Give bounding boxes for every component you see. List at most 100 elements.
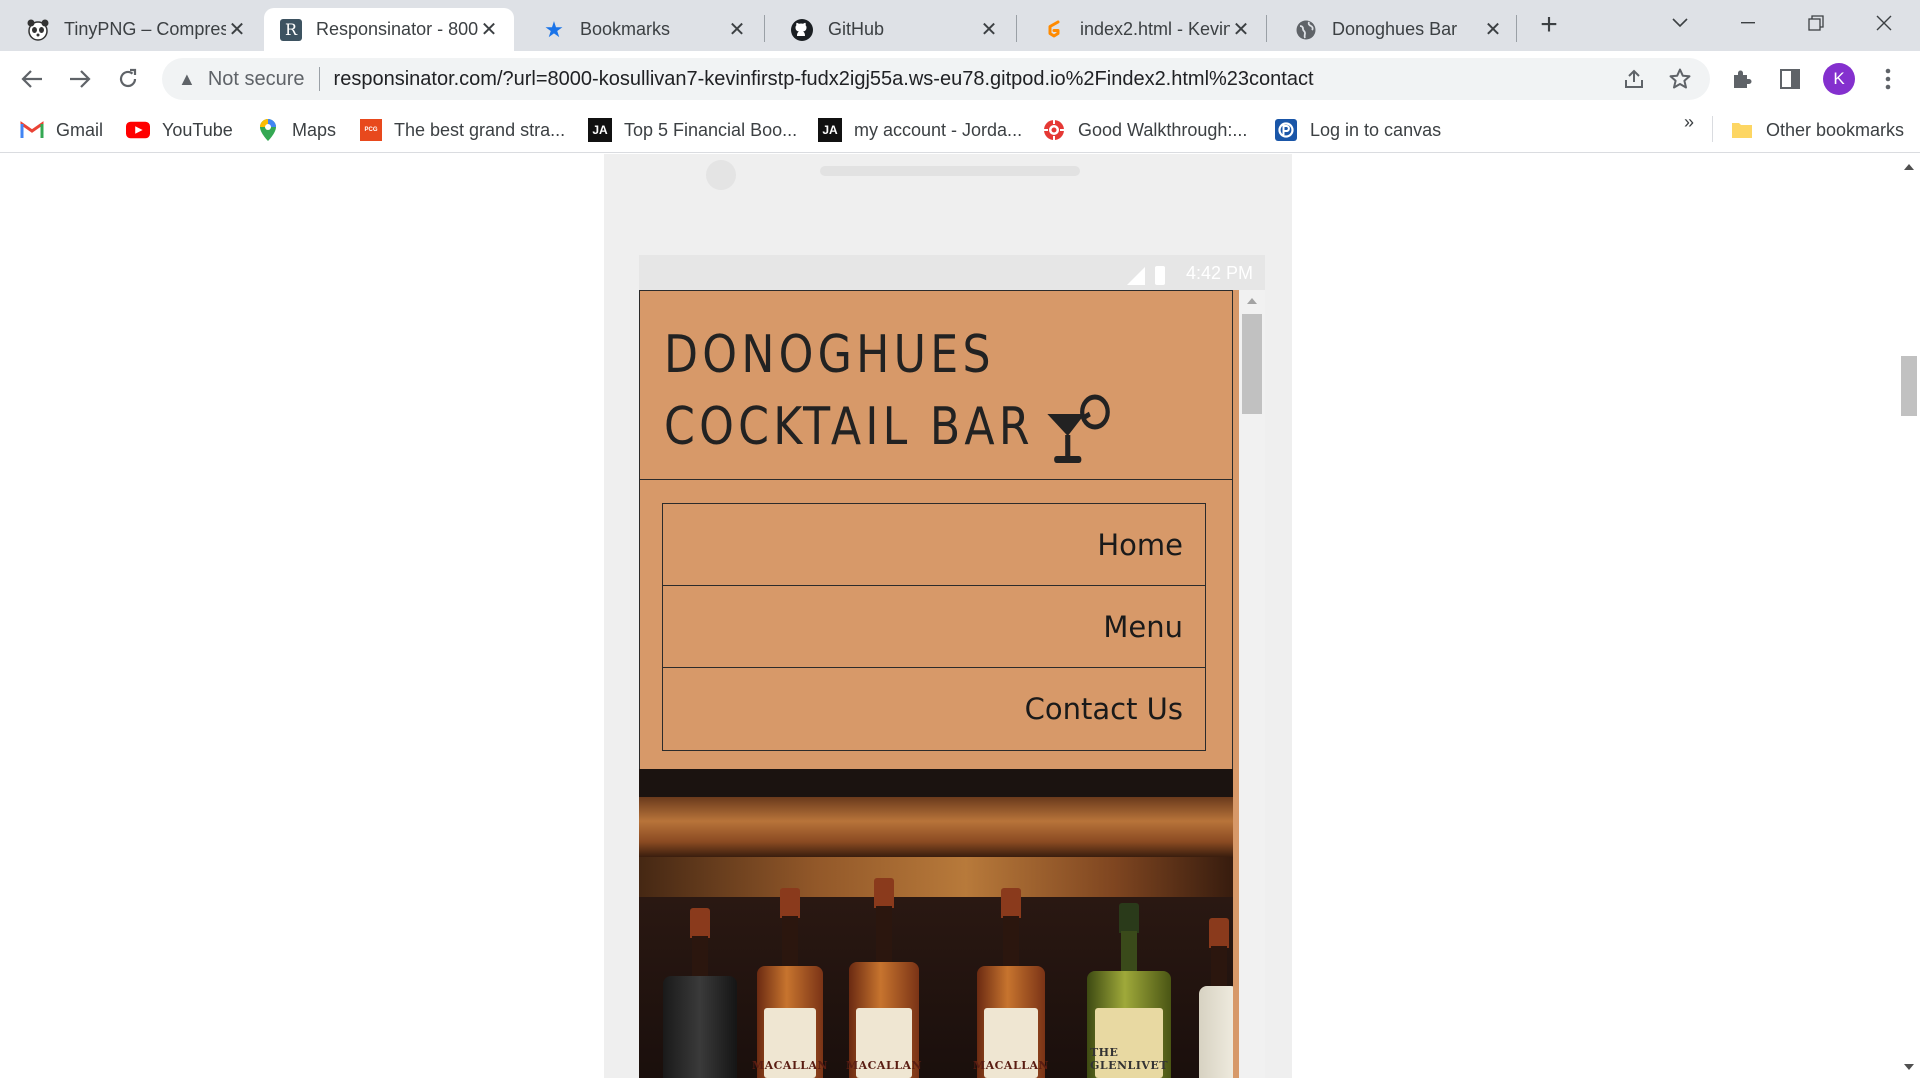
gitpod-icon — [1042, 18, 1066, 42]
phone-speaker — [820, 166, 1080, 176]
responsinator-icon: R — [280, 18, 302, 41]
side-panel-icon — [1780, 69, 1800, 89]
bookmark-walkthrough[interactable]: Good Walkthrough:... — [1042, 116, 1247, 144]
device-scroll-thumb[interactable] — [1242, 314, 1262, 414]
maps-icon — [256, 119, 280, 141]
bottle-macallan-1: MACALLAN — [752, 888, 828, 1078]
github-icon — [790, 18, 814, 42]
close-window-button[interactable] — [1864, 8, 1904, 38]
nav-menu[interactable]: Menu — [663, 586, 1205, 668]
wooden-shelf — [639, 797, 1233, 857]
tab-title: GitHub — [828, 19, 885, 39]
bookmark-grand-strategy[interactable]: PCG The best grand stra... — [360, 116, 565, 144]
nav-home[interactable]: Home — [663, 504, 1205, 586]
bottle-macallan-3: MACALLAN — [973, 888, 1049, 1078]
tab-responsinator[interactable]: R Responsinator - 8000 ✕ — [264, 8, 514, 51]
device-scrollbar[interactable] — [1239, 290, 1265, 1078]
scroll-up-icon[interactable] — [1247, 298, 1257, 304]
nav-contact-us[interactable]: Contact Us — [663, 668, 1205, 750]
pcgamer-icon: PCG — [360, 119, 382, 141]
chevron-down-icon — [1672, 18, 1688, 28]
close-icon[interactable]: ✕ — [726, 19, 748, 41]
tab-title: Responsinator - 8000 — [316, 19, 478, 39]
bookmark-label: Gmail — [56, 119, 104, 140]
site-page: DONOGHUES COCKTAIL BAR Home Menu Contact… — [639, 290, 1239, 1078]
close-icon[interactable]: ✕ — [478, 19, 500, 41]
hero-image: MACALLAN MACALLAN MACALLAN THE GLENLIVET — [639, 769, 1233, 1078]
tab-github[interactable]: GitHub ✕ — [764, 8, 1014, 51]
page-scrollbar[interactable] — [1898, 154, 1920, 1078]
restore-button[interactable] — [1796, 8, 1836, 38]
device-viewport[interactable]: DONOGHUES COCKTAIL BAR Home Menu Contact… — [639, 290, 1265, 1078]
tab-bookmarks[interactable]: ★ Bookmarks ✕ — [516, 8, 762, 51]
minimize-icon — [1741, 22, 1755, 24]
address-bar[interactable]: ▲ Not secure responsinator.com/?url=8000… — [162, 58, 1710, 100]
new-tab-button[interactable]: + — [1536, 10, 1562, 40]
tab-search-button[interactable] — [1660, 8, 1700, 38]
bottle-label: THE GLENLIVET — [1090, 1008, 1168, 1078]
folder-icon — [1730, 119, 1754, 141]
url-text[interactable]: responsinator.com/?url=8000-kosullivan7-… — [334, 68, 1618, 91]
reload-button[interactable] — [110, 61, 146, 97]
close-icon[interactable]: ✕ — [1482, 19, 1504, 41]
bookmark-my-account[interactable]: JA my account - Jorda... — [818, 116, 1022, 144]
address-divider — [318, 67, 320, 91]
wooden-backboard — [639, 857, 1233, 897]
tab-separator — [1516, 15, 1517, 42]
page-viewport: 4:42 PM DONOGHUES COCKTAIL BAR Home Menu… — [0, 154, 1920, 1078]
tab-title: Bookmarks — [580, 19, 671, 39]
bookmark-label: The best grand stra... — [394, 119, 566, 140]
tab-gitpod[interactable]: index2.html - Kevin ✕ — [1016, 8, 1266, 51]
puzzle-icon — [1734, 70, 1752, 88]
bookmark-label: Log in to canvas — [1310, 119, 1442, 140]
back-button[interactable] — [14, 61, 50, 97]
scroll-up-icon[interactable] — [1904, 164, 1914, 170]
ja-icon: JA — [818, 118, 842, 142]
bookmark-label: Good Walkthrough:... — [1078, 119, 1248, 140]
phone-camera — [706, 160, 736, 190]
bookmark-star-icon[interactable] — [1664, 63, 1696, 95]
scroll-down-icon[interactable] — [1904, 1064, 1914, 1070]
youtube-icon — [126, 119, 150, 141]
phone-status-bar: 4:42 PM — [639, 255, 1265, 290]
arrow-left-icon — [21, 70, 42, 88]
close-icon[interactable]: ✕ — [226, 19, 248, 41]
close-icon[interactable]: ✕ — [1230, 19, 1252, 41]
site-title[interactable]: DONOGHUES COCKTAIL BAR — [664, 319, 1123, 468]
other-bookmarks[interactable]: Other bookmarks — [1730, 116, 1904, 144]
bookmark-label: my account - Jorda... — [854, 119, 1023, 140]
bottle-label: MACALLAN — [973, 1008, 1049, 1078]
bookmark-maps[interactable]: Maps — [256, 116, 336, 144]
restore-icon — [1808, 15, 1824, 31]
other-bookmarks-label: Other bookmarks — [1766, 119, 1905, 140]
bottle-macallan-2: MACALLAN — [846, 878, 922, 1078]
tab-title: index2.html - Kevin — [1080, 19, 1230, 39]
canvas-icon — [1274, 119, 1298, 141]
page-scroll-thumb[interactable] — [1901, 356, 1917, 416]
arrow-right-icon — [70, 70, 91, 88]
tab-donoghues[interactable]: Donoghues Bar ✕ — [1268, 8, 1518, 51]
side-panel-button[interactable] — [1774, 63, 1806, 95]
bookmark-canvas[interactable]: Log in to canvas — [1274, 116, 1441, 144]
profile-avatar[interactable]: K — [1823, 63, 1855, 95]
warning-icon[interactable]: ▲ — [178, 69, 196, 90]
close-icon[interactable]: ✕ — [978, 19, 1000, 41]
bottle-partial — [1199, 918, 1233, 1078]
signal-icon — [1127, 267, 1145, 285]
forward-button[interactable] — [62, 61, 98, 97]
battery-icon — [1155, 266, 1165, 285]
share-icon[interactable] — [1618, 63, 1650, 95]
globe-icon — [1294, 18, 1318, 42]
bookmark-gmail[interactable]: Gmail — [20, 116, 103, 144]
minimize-button[interactable] — [1728, 8, 1768, 38]
bookmarks-overflow-button[interactable]: » — [1684, 112, 1694, 133]
site-title-text: DONOGHUES COCKTAIL BAR — [664, 325, 1034, 457]
site-nav: Home Menu Contact Us — [639, 479, 1233, 769]
bookmarks-bar: Gmail YouTube Maps PCG The best grand st… — [0, 108, 1920, 153]
bookmark-financial-books[interactable]: JA Top 5 Financial Boo... — [588, 116, 797, 144]
chrome-menu-button[interactable] — [1872, 63, 1904, 95]
tab-tinypng[interactable]: TinyPNG – Compress ✕ — [0, 8, 262, 51]
bookmark-youtube[interactable]: YouTube — [126, 116, 233, 144]
security-label[interactable]: Not secure — [208, 68, 305, 91]
extensions-button[interactable] — [1726, 63, 1758, 95]
